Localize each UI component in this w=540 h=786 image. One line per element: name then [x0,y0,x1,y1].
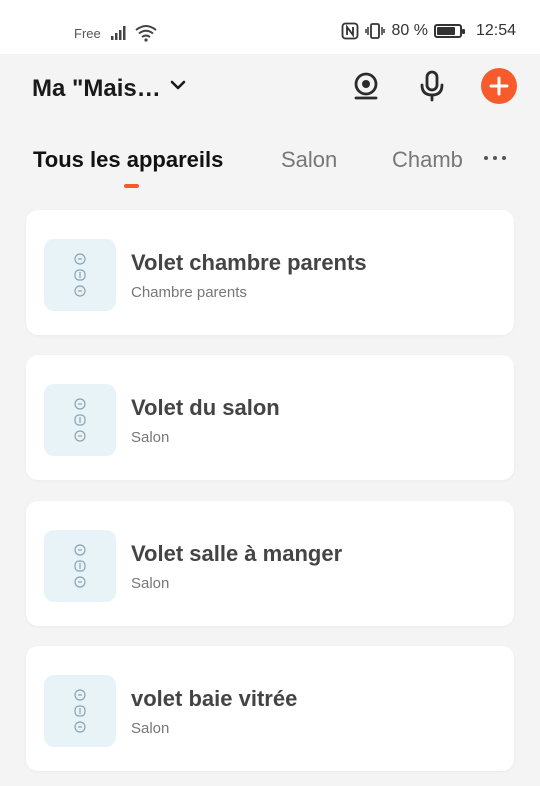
add-device-button[interactable] [481,68,517,104]
device-room: Chambre parents [131,284,247,301]
battery-icon [433,24,465,38]
home-selector-label[interactable]: Ma "Mais… [32,75,161,103]
chevron-down-icon[interactable] [169,78,187,92]
device-card[interactable]: Volet chambre parents Chambre parents [26,210,514,335]
shutter-icon [74,253,86,297]
more-tabs-icon[interactable] [484,156,506,160]
top-bar: Ma "Mais… [0,54,540,126]
device-thumbnail [44,239,116,311]
device-thumbnail [44,530,116,602]
camera-button[interactable] [348,68,384,104]
device-card[interactable]: Volet du salon Salon [26,355,514,480]
device-room: Salon [131,575,170,592]
nfc-icon [342,22,359,40]
carrier-label: Free [74,26,101,41]
tab-salon[interactable]: Salon [281,147,337,173]
microphone-icon [420,70,444,102]
device-thumbnail [44,384,116,456]
device-name: Volet du salon [131,395,280,420]
device-name: volet baie vitrée [131,686,298,711]
active-tab-indicator [124,184,139,188]
camera-icon [354,72,378,100]
device-thumbnail [44,675,116,747]
shutter-icon [74,398,86,442]
shutter-icon [74,544,86,588]
device-name: Volet chambre parents [131,250,367,275]
vibrate-icon [365,23,386,39]
status-bar: Free 80 % 12:54 [0,0,540,54]
battery-percent: 80 % [391,22,428,39]
device-room: Salon [131,720,170,737]
voice-button[interactable] [414,68,450,104]
device-card[interactable]: Volet salle à manger Salon [26,501,514,626]
tab-all-devices[interactable]: Tous les appareils [33,147,223,173]
shutter-icon [74,689,86,733]
room-tabs: Tous les appareils Salon Chamb [0,126,540,196]
device-card[interactable]: volet baie vitrée Salon [26,646,514,771]
status-right: 80 % 12:54 [341,22,516,40]
wifi-icon [135,25,157,42]
device-room: Salon [131,429,170,446]
battery-fill [436,27,455,35]
add-icon [489,76,509,96]
tab-chambre[interactable]: Chamb [392,147,463,173]
device-name: Volet salle à manger [131,541,343,566]
clock: 12:54 [475,22,516,39]
signal-icon [111,26,126,40]
